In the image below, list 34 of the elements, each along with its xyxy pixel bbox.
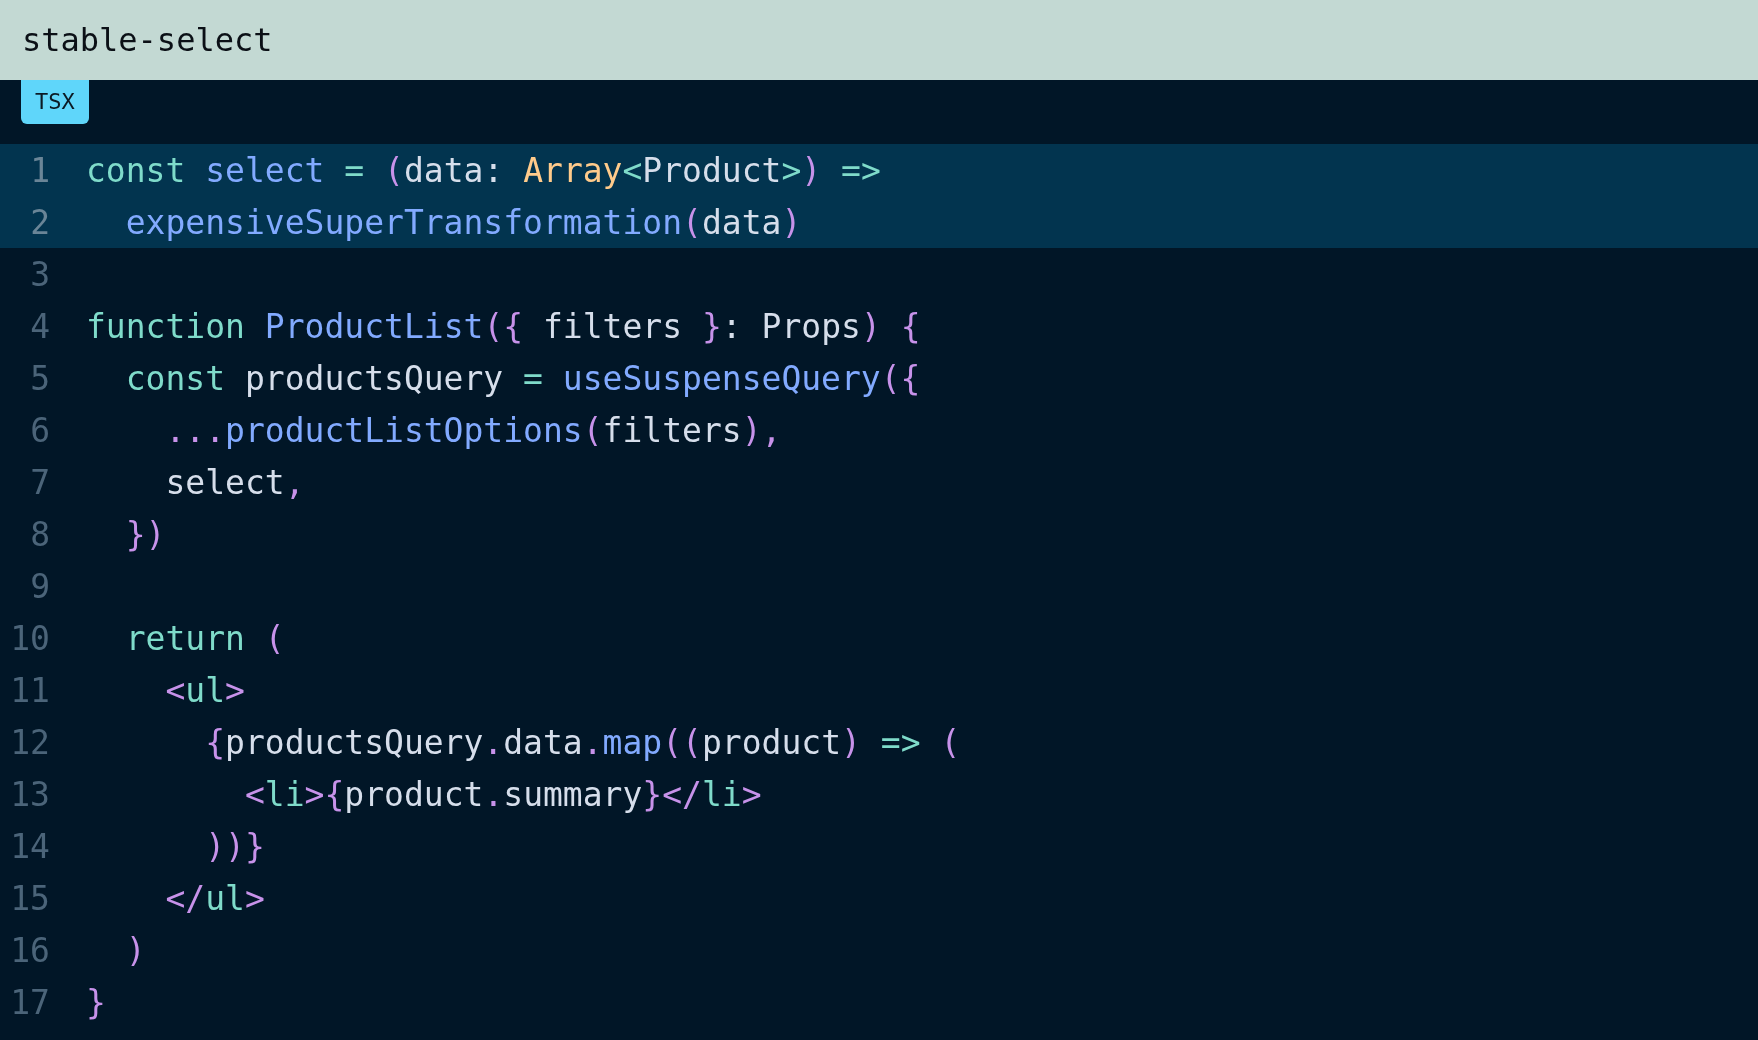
language-badge: TSX <box>21 80 89 124</box>
code-line: const select = (data: Array<Product>) => <box>86 150 881 190</box>
file-title: stable-select <box>22 20 273 60</box>
code-line: </ul> <box>164 878 265 918</box>
line-number: 3 <box>29 254 50 294</box>
line-number: 13 <box>9 774 50 814</box>
code-line: ...productListOptions(filters), <box>164 410 782 450</box>
code-line: ))} <box>204 826 265 866</box>
code-line: ) <box>124 930 146 970</box>
code-line: }) <box>124 514 166 554</box>
code-line: } <box>86 982 106 1022</box>
code-line: const productsQuery = useSuspenseQuery({ <box>124 358 921 398</box>
code-line: expensiveSuperTransformation(data) <box>124 202 802 242</box>
line-number: 17 <box>9 982 50 1022</box>
code-line: <ul> <box>164 670 245 710</box>
line-number: 7 <box>29 462 50 502</box>
line-number: 10 <box>9 618 50 658</box>
line-number: 9 <box>29 566 50 606</box>
line-number: 8 <box>29 514 50 554</box>
line-number: 6 <box>29 410 50 450</box>
line-number: 11 <box>9 670 50 710</box>
line-number: 2 <box>29 202 50 242</box>
code-line: function ProductList({ filters }: Props) { <box>86 306 921 346</box>
code-line: select, <box>164 462 305 502</box>
line-number: 14 <box>9 826 50 866</box>
line-number: 16 <box>9 930 50 970</box>
line-number: 12 <box>9 722 50 762</box>
code-line: <li>{product.summary}</li> <box>243 774 762 814</box>
line-number: 15 <box>9 878 50 918</box>
line-number: 5 <box>29 358 50 398</box>
code-line: {productsQuery.data.map((product) => ( <box>204 722 961 762</box>
code-line: return ( <box>124 618 285 658</box>
line-number: 4 <box>29 306 50 346</box>
line-number: 1 <box>29 150 50 190</box>
